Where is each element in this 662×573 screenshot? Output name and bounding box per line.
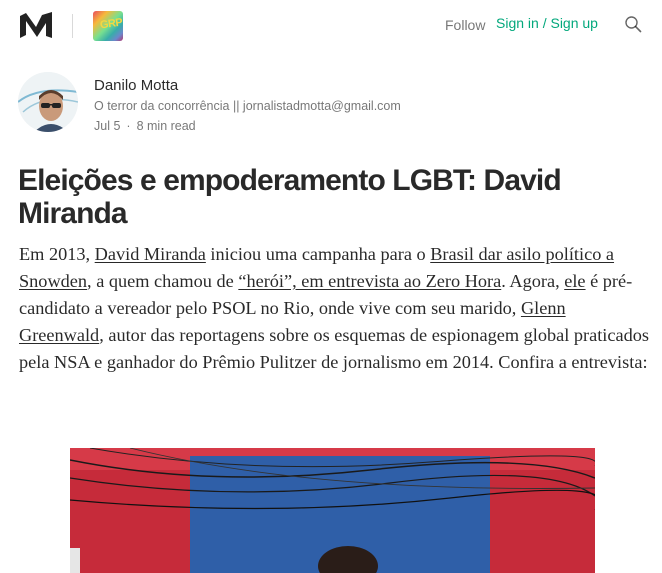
search-icon[interactable]	[624, 15, 642, 33]
paragraph-text: Em 2013,	[19, 244, 95, 264]
paragraph-text: . Agora,	[501, 271, 565, 291]
article-title: Eleições e empoderamento LGBT: David Mir…	[18, 164, 562, 230]
meta-separator: ·	[126, 119, 131, 133]
post-meta: Jul 5 · 8 min read	[94, 119, 196, 133]
paragraph-text: iniciou uma campanha para o	[205, 244, 431, 264]
author-avatar[interactable]	[18, 72, 78, 132]
header-divider	[72, 14, 73, 38]
link-ele[interactable]: ele	[564, 271, 585, 291]
publication-logo[interactable]: GRP	[93, 11, 123, 41]
post-date[interactable]: Jul 5	[94, 119, 120, 133]
author-bio: O terror da concorrência || jornalistadm…	[94, 99, 401, 113]
link-heroi-zero-hora[interactable]: “herói”, em entrevista ao Zero Hora	[238, 271, 501, 291]
publication-logo-text: GRP	[99, 16, 123, 32]
paragraph-text: , autor das reportagens sobre os esquema…	[19, 325, 649, 372]
read-time: 8 min read	[136, 119, 196, 133]
article-paragraph: Em 2013, David Miranda iniciou uma campa…	[19, 241, 649, 376]
signin-signup-link[interactable]: Sign in / Sign up	[496, 15, 598, 31]
medium-logo-icon[interactable]	[20, 12, 52, 38]
author-name[interactable]: Danilo Motta	[94, 77, 178, 94]
follow-button[interactable]: Follow	[445, 17, 485, 33]
link-david-miranda[interactable]: David Miranda	[95, 244, 206, 264]
article-hero-image[interactable]	[70, 448, 595, 573]
paragraph-text: , a quem chamou de	[87, 271, 239, 291]
